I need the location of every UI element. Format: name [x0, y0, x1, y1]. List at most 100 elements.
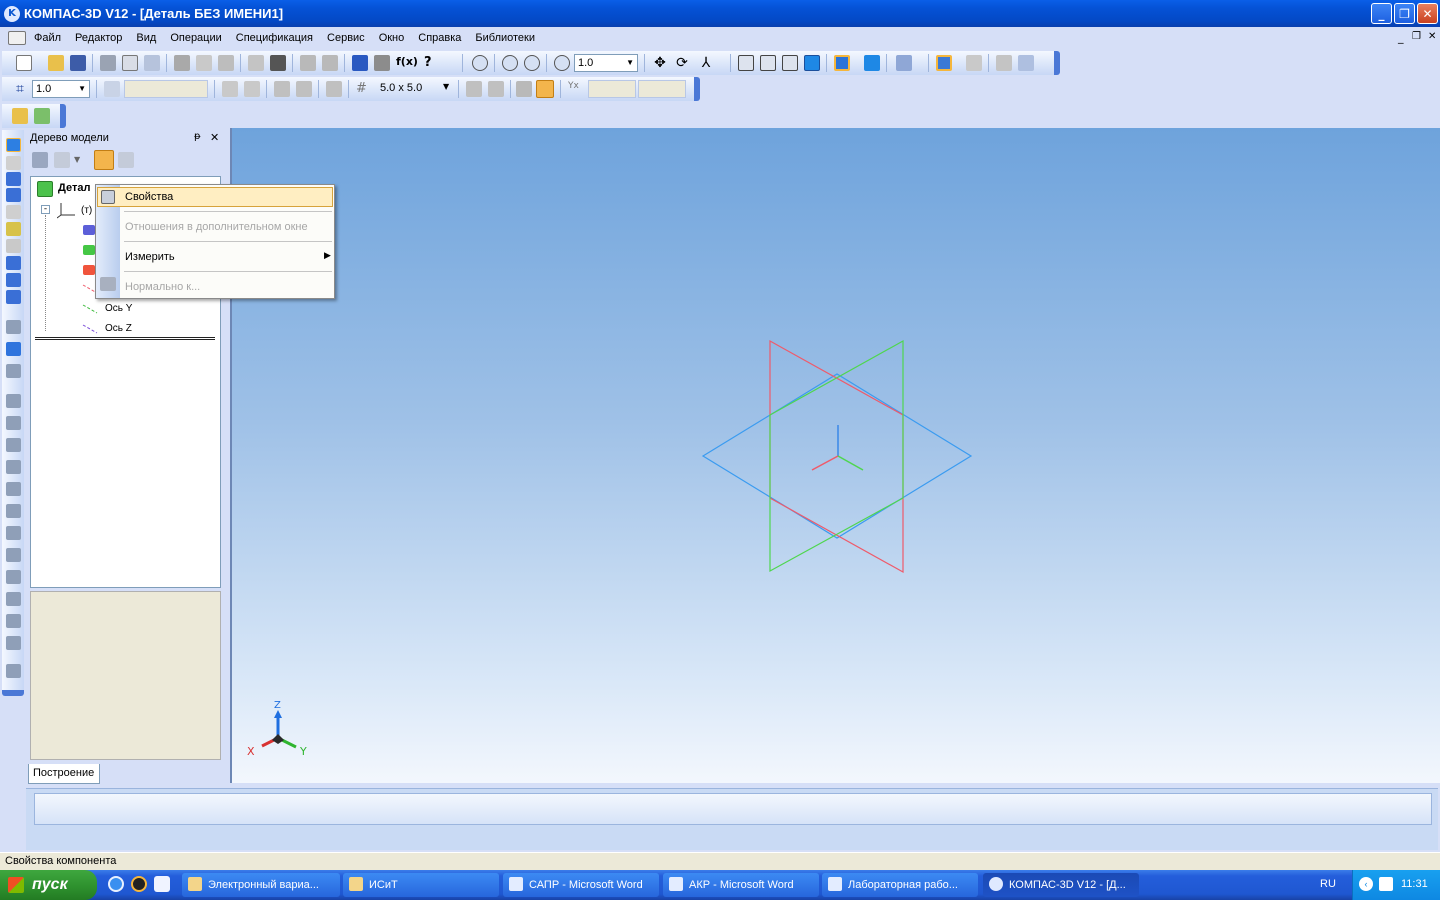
menu-specification[interactable]: Спецификация	[236, 32, 313, 44]
origin-label[interactable]: (т)	[81, 205, 92, 216]
task-kompas[interactable]: КОМПАС-3D V12 - [Д...	[983, 873, 1139, 897]
doc-restore-button[interactable]: ❐	[1412, 31, 1421, 42]
report-icon[interactable]	[6, 290, 21, 304]
model-viewport[interactable]: Z X Y	[230, 128, 1440, 783]
cut-extrude-icon[interactable]	[6, 416, 21, 430]
axis-icon[interactable]	[488, 81, 504, 97]
doc-minimize-button[interactable]: _	[1398, 31, 1404, 44]
grid-size-value[interactable]: 5.0 x 5.0	[380, 82, 422, 94]
snap-toggle-icon[interactable]	[536, 80, 554, 98]
surfaces-icon[interactable]	[6, 172, 21, 186]
cut-kinematic-icon[interactable]	[6, 460, 21, 474]
kinematic-icon[interactable]	[6, 364, 21, 378]
ie-quicklaunch-icon[interactable]	[108, 876, 124, 892]
measure-tools-icon[interactable]	[6, 239, 21, 253]
menu-libraries[interactable]: Библиотеки	[475, 32, 535, 44]
print-icon[interactable]	[100, 55, 116, 71]
axis-y-label[interactable]: Ось Y	[105, 303, 132, 314]
grid-icon[interactable]: #	[356, 81, 372, 97]
layers-icon[interactable]	[270, 55, 286, 71]
redo-icon[interactable]	[322, 55, 338, 71]
local-cs-icon[interactable]	[222, 81, 238, 97]
slope-icon[interactable]	[6, 592, 21, 606]
zoom-field[interactable]: 1.0 ▼	[574, 54, 638, 72]
format-brush-icon[interactable]	[248, 55, 264, 71]
start-button[interactable]: пуск	[0, 870, 97, 900]
library-icon[interactable]	[374, 55, 390, 71]
thin-hidden-icon[interactable]	[782, 55, 798, 71]
task-isit[interactable]: ИСиТ	[343, 873, 499, 897]
wireframe-icon[interactable]	[738, 55, 754, 71]
copy-icon[interactable]	[196, 55, 212, 71]
new-file-icon[interactable]	[16, 55, 32, 71]
dropdown-arrow-icon[interactable]: ▼	[626, 55, 634, 71]
tree-root-label[interactable]: Детал	[58, 182, 90, 194]
tray-expand-icon[interactable]: ‹	[1359, 877, 1373, 891]
language-indicator[interactable]: RU	[1320, 878, 1336, 890]
rotate-icon[interactable]: ⟳	[674, 55, 690, 71]
fillet-icon[interactable]	[6, 504, 21, 518]
desktop-quicklaunch-icon[interactable]	[154, 876, 170, 892]
document-icon[interactable]	[8, 31, 26, 45]
tray-app-icon[interactable]	[1379, 877, 1393, 891]
task-lab[interactable]: Лабораторная рабо...	[822, 873, 978, 897]
chamfer-icon[interactable]	[6, 526, 21, 540]
zoom-out-icon[interactable]	[524, 55, 540, 71]
doc-close-button[interactable]: ✕	[1428, 31, 1436, 42]
menu-help[interactable]: Справка	[418, 32, 461, 44]
clock[interactable]: 11:31	[1401, 878, 1428, 890]
menu-edit[interactable]: Редактор	[75, 32, 122, 44]
task-sapr[interactable]: САПР - Microsoft Word	[503, 873, 659, 897]
angle-icon[interactable]	[326, 81, 342, 97]
variables-icon[interactable]: f(x)	[396, 55, 418, 71]
tree-mode-icon[interactable]	[54, 152, 70, 168]
extrude-icon[interactable]	[6, 320, 21, 334]
pan-icon[interactable]: ✥	[652, 55, 668, 71]
edit-tools-icon[interactable]	[6, 138, 21, 152]
display-mode-icon[interactable]	[936, 55, 952, 71]
refresh-icon[interactable]	[1018, 55, 1034, 71]
media-quicklaunch-icon[interactable]	[131, 876, 147, 892]
zoom-scale-icon[interactable]	[554, 55, 570, 71]
perspective-icon[interactable]	[864, 55, 880, 71]
menu-item-measure[interactable]: Измерить	[125, 251, 175, 263]
menu-window[interactable]: Окно	[379, 32, 405, 44]
array-body-icon[interactable]	[6, 664, 21, 678]
zoom-in-icon[interactable]	[502, 55, 518, 71]
menu-view[interactable]: Вид	[136, 32, 156, 44]
shaded-edges-icon[interactable]	[834, 55, 850, 71]
tab-construction[interactable]: Построение	[28, 764, 100, 784]
spec-icon[interactable]	[6, 273, 21, 287]
task-electronic[interactable]: Электронный вариа...	[182, 873, 340, 897]
pin-button[interactable]: ᵽ	[194, 131, 201, 142]
menu-operations[interactable]: Операции	[170, 32, 221, 44]
arrays-icon[interactable]	[6, 188, 21, 202]
aux-geometry-icon[interactable]	[6, 205, 21, 219]
axis-z-label[interactable]: Ось Z	[105, 323, 132, 334]
properties-icon[interactable]	[144, 55, 160, 71]
dropdown-arrow-icon[interactable]: ▼	[74, 155, 80, 164]
measure-icon[interactable]	[966, 55, 982, 71]
step-field[interactable]: 1.0 ▼	[32, 80, 90, 98]
dropdown-arrow-icon[interactable]: ▼	[78, 81, 86, 97]
plane-icon[interactable]	[244, 81, 260, 97]
restore-button[interactable]: ❐	[1394, 3, 1415, 24]
dimensions-icon[interactable]	[6, 222, 21, 236]
open-file-icon[interactable]	[48, 55, 64, 71]
loft-icon[interactable]	[6, 394, 21, 408]
edit-part-icon[interactable]	[12, 108, 28, 124]
task-akr[interactable]: АКР - Microsoft Word	[663, 873, 819, 897]
collapse-toggle-icon[interactable]: -	[41, 205, 50, 214]
shaded-icon[interactable]	[804, 55, 820, 71]
manager-icon[interactable]	[352, 55, 368, 71]
revolve-icon[interactable]	[6, 342, 21, 356]
coord-icon[interactable]	[466, 81, 482, 97]
shell-icon[interactable]	[6, 570, 21, 584]
step-cursor-icon[interactable]: ⌗	[12, 81, 28, 97]
minimize-button[interactable]: _	[1371, 3, 1392, 24]
mirror-icon[interactable]	[6, 636, 21, 650]
home-icon[interactable]	[34, 108, 50, 124]
menu-service[interactable]: Сервис	[327, 32, 365, 44]
paste-icon[interactable]	[218, 55, 234, 71]
tree-list-icon[interactable]	[118, 152, 134, 168]
